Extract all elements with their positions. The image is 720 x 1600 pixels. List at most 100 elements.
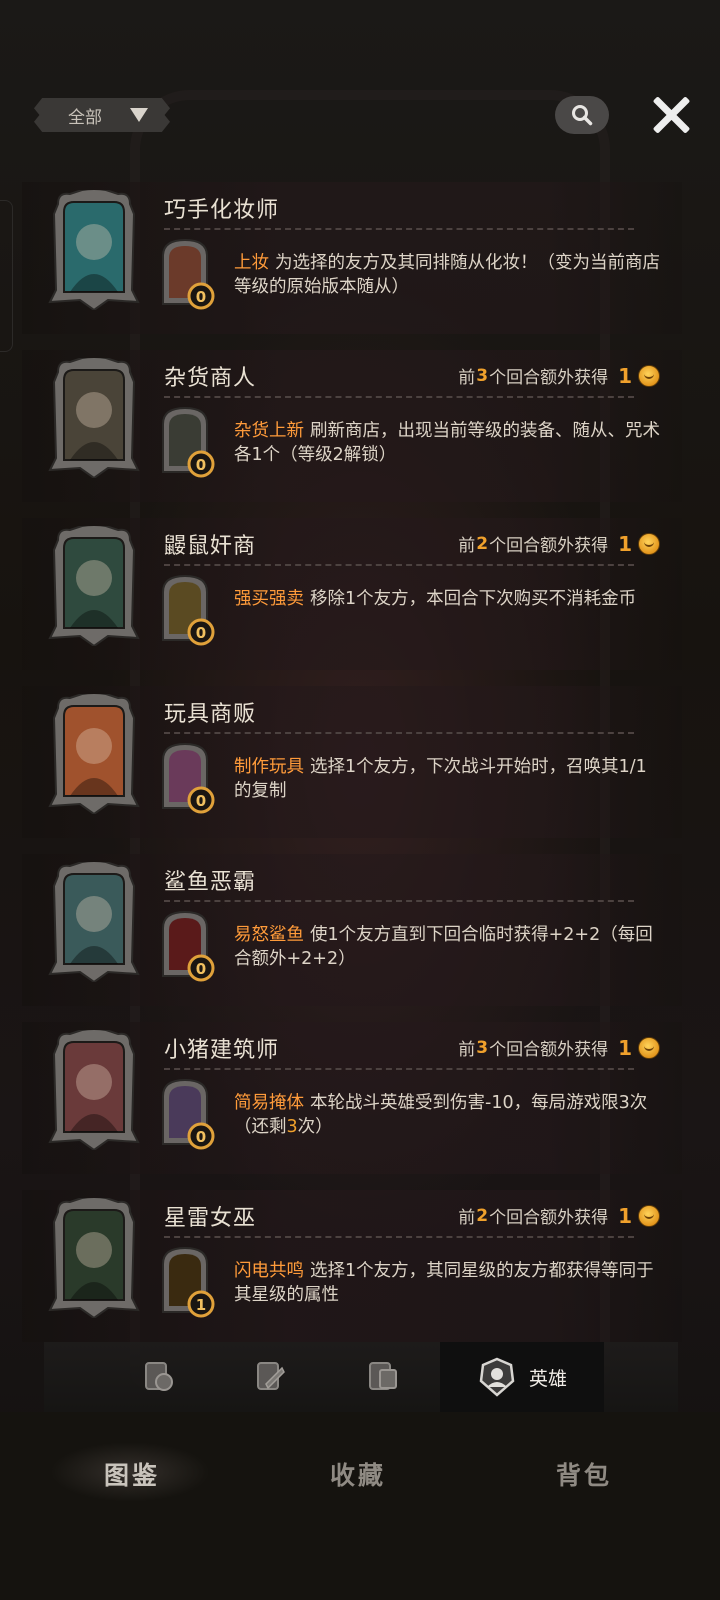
dropdown-arrow-icon (130, 108, 148, 122)
hero-row[interactable]: 巧手化妆师 0 上妆 为选择的友方及其同排随从化妆！（变为当前商店等级的原始版本随… (22, 182, 682, 334)
skill-text: 杂货上新 刷新商店，出现当前等级的装备、随从、咒术各1个（等级2解锁） (234, 419, 664, 467)
hero-list: 巧手化妆师 0 上妆 为选择的友方及其同排随从化妆！（变为当前商店等级的原始版本随… (22, 182, 682, 1358)
hero-skill-icon[interactable]: 0 (159, 572, 215, 646)
bonus-turns: 3 (476, 365, 489, 386)
category-tab-bar: 英雄 (44, 1342, 678, 1412)
skill-description-end: 次） (297, 1117, 333, 1137)
skill-remaining-count: 3 (286, 1117, 298, 1137)
hero-row[interactable]: 星雷女巫 前 2 个回合额外获得 1 1 闪电共鸣 选择1个友方，其同星级的友方都… (22, 1190, 682, 1342)
bonus-prefix: 前 (458, 1040, 476, 1060)
gold-bonus: 前 2 个回合额外获得 1 (458, 531, 660, 556)
skill-description: 移除1个友方，本回合下次购买不消耗金币 (310, 589, 637, 609)
filter-label: 全部 (68, 107, 102, 128)
search-button[interactable] (555, 96, 609, 134)
minion-card-icon (145, 1362, 173, 1391)
tab-spells[interactable] (338, 1342, 428, 1412)
hero-portrait[interactable] (48, 358, 140, 478)
nav-collection[interactable]: 收藏 (330, 1456, 386, 1492)
hero-portrait[interactable] (48, 1198, 140, 1318)
skill-cost: 1 (196, 1296, 206, 1314)
hero-name: 小猪建筑师 (164, 1038, 280, 1063)
hero-row[interactable]: 鲨鱼恶霸 0 易怒鲨鱼 使1个友方直到下回合临时获得+2+2（每回合额外+2+2） (22, 854, 682, 1006)
hero-icon (479, 1357, 515, 1397)
divider (164, 1236, 634, 1238)
hero-portrait[interactable] (48, 526, 140, 646)
gold-coin-icon (638, 1204, 660, 1227)
skill-text: 简易掩体 本轮战斗英雄受到伤害-10，每局游戏限3次（还剩3次） (234, 1091, 664, 1139)
bonus-gold: 1 (618, 1035, 632, 1060)
hero-skill-icon[interactable]: 0 (159, 404, 215, 478)
skill-cost: 0 (196, 960, 206, 978)
gold-coin-icon (638, 1036, 660, 1059)
hero-skill-icon[interactable]: 0 (159, 908, 215, 982)
gold-coin-icon (638, 364, 660, 387)
spell-card-icon (369, 1362, 397, 1390)
bonus-prefix: 前 (458, 368, 476, 388)
divider (164, 228, 634, 230)
hero-row[interactable]: 玩具商贩 0 制作玩具 选择1个友方，下次战斗开始时，召唤其1/1的复制 (22, 686, 682, 838)
tab-equipment[interactable] (226, 1342, 316, 1412)
hero-portrait[interactable] (48, 190, 140, 310)
skill-description: 为选择的友方及其同排随从化妆！（变为当前商店等级的原始版本随从） (234, 253, 660, 297)
equipment-card-icon (257, 1362, 285, 1390)
skill-name: 强买强卖 (234, 589, 304, 609)
bonus-gold: 1 (618, 1203, 632, 1228)
skill-name: 制作玩具 (234, 757, 304, 777)
bonus-prefix: 前 (458, 1208, 476, 1228)
skill-cost: 0 (196, 624, 206, 642)
bonus-turns: 3 (476, 1037, 489, 1058)
skill-name: 简易掩体 (234, 1093, 304, 1113)
gold-coin-icon (638, 532, 660, 555)
tab-heroes-label: 英雄 (528, 1367, 567, 1390)
bonus-suffix: 个回合额外获得 (489, 1040, 609, 1060)
skill-name: 易怒鲨鱼 (234, 925, 304, 945)
divider (164, 396, 634, 398)
hero-portrait[interactable] (48, 1030, 140, 1150)
hero-name: 杂货商人 (164, 366, 257, 391)
nav-backpack[interactable]: 背包 (556, 1456, 612, 1492)
hero-skill-icon[interactable]: 0 (159, 1076, 215, 1150)
gold-bonus: 前 3 个回合额外获得 1 (458, 1035, 660, 1060)
hero-skill-icon[interactable]: 0 (159, 236, 215, 310)
hero-name: 巧手化妆师 (164, 198, 280, 223)
hero-portrait[interactable] (48, 862, 140, 982)
skill-name: 上妆 (234, 253, 269, 273)
skill-name: 杂货上新 (234, 421, 304, 441)
hero-row[interactable]: 鼹鼠奸商 前 2 个回合额外获得 1 0 强买强卖 移除1个友方，本回合下次购买不… (22, 518, 682, 670)
skill-text: 强买强卖 移除1个友方，本回合下次购买不消耗金币 (234, 587, 664, 611)
filter-dropdown[interactable]: 全部 (34, 98, 170, 132)
hero-name: 玩具商贩 (164, 702, 257, 727)
skill-text: 制作玩具 选择1个友方，下次战斗开始时，召唤其1/1的复制 (234, 755, 664, 803)
skill-cost: 0 (196, 456, 206, 474)
bonus-gold: 1 (618, 363, 632, 388)
divider (164, 564, 634, 566)
skill-cost: 0 (196, 792, 206, 810)
side-drawer-handle[interactable] (0, 200, 13, 352)
bonus-gold: 1 (618, 531, 632, 556)
hero-row[interactable]: 杂货商人 前 3 个回合额外获得 1 0 杂货上新 刷新商店，出现当前等级的装备、… (22, 350, 682, 502)
skill-cost: 0 (196, 288, 206, 306)
bonus-suffix: 个回合额外获得 (489, 536, 609, 556)
hero-name: 鼹鼠奸商 (164, 534, 257, 559)
divider (164, 900, 634, 902)
bonus-suffix: 个回合额外获得 (489, 368, 609, 388)
skill-text: 上妆 为选择的友方及其同排随从化妆！（变为当前商店等级的原始版本随从） (234, 251, 664, 299)
skill-text: 易怒鲨鱼 使1个友方直到下回合临时获得+2+2（每回合额外+2+2） (234, 923, 664, 971)
hero-portrait[interactable] (48, 694, 140, 814)
skill-text: 闪电共鸣 选择1个友方，其同星级的友方都获得等同于其星级的属性 (234, 1259, 664, 1307)
bonus-turns: 2 (476, 533, 489, 554)
hero-row[interactable]: 小猪建筑师 前 3 个回合额外获得 1 0 简易掩体 本轮战斗英雄受到伤害-10，… (22, 1022, 682, 1174)
close-button[interactable] (648, 92, 694, 138)
tab-minions[interactable] (114, 1342, 204, 1412)
divider (164, 1068, 634, 1070)
hero-skill-icon[interactable]: 1 (159, 1244, 215, 1318)
hero-skill-icon[interactable]: 0 (159, 740, 215, 814)
hero-name: 星雷女巫 (164, 1206, 257, 1231)
nav-codex[interactable]: 图鉴 (104, 1456, 160, 1492)
gold-bonus: 前 3 个回合额外获得 1 (458, 363, 660, 388)
tab-heroes[interactable]: 英雄 (440, 1342, 604, 1412)
divider (164, 732, 634, 734)
bonus-turns: 2 (476, 1205, 489, 1226)
hero-name: 鲨鱼恶霸 (164, 870, 257, 895)
skill-name: 闪电共鸣 (234, 1261, 304, 1281)
